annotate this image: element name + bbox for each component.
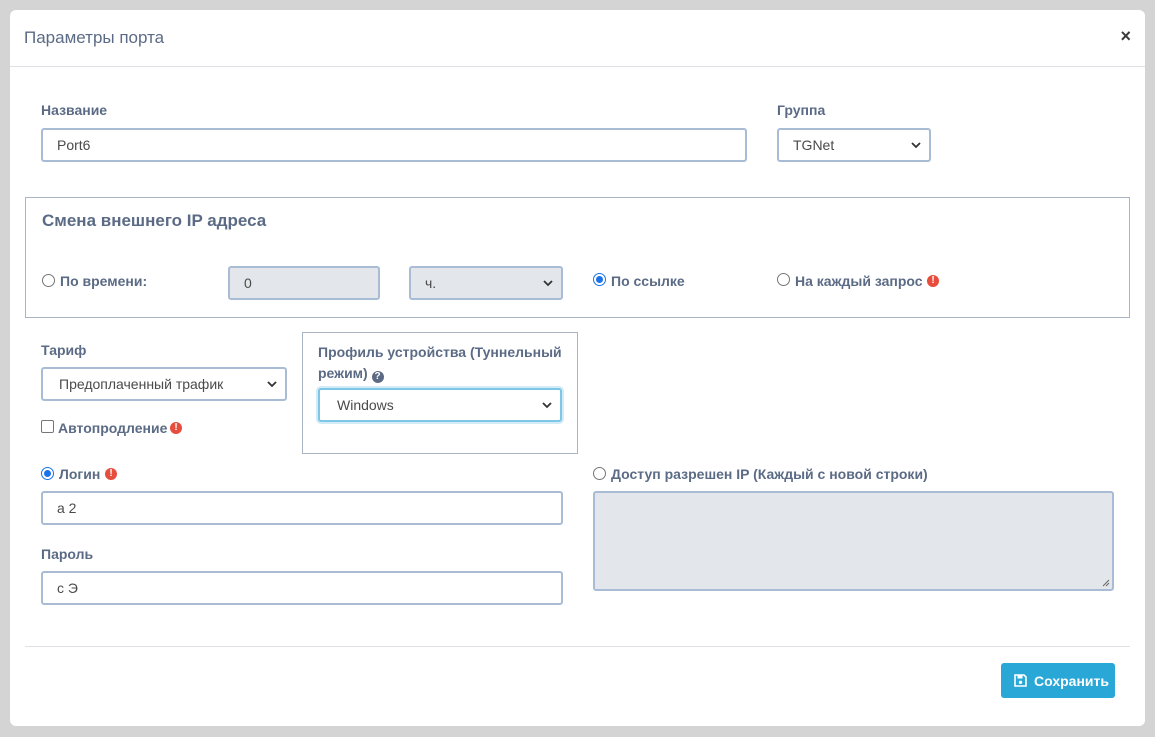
exclamation-circle-icon: ! [105,468,117,480]
radio-by-link[interactable] [593,273,606,286]
tariff-label: Тариф [41,342,87,358]
radio-ip-access[interactable] [593,467,606,480]
time-unit-select[interactable]: ч. [409,266,563,300]
by-time-label: По времени: [60,273,148,289]
device-profile-select[interactable]: Windows [318,388,562,422]
exclamation-circle-icon: ! [927,275,939,287]
chevron-down-icon [543,280,553,287]
time-unit-value: ч. [425,275,437,291]
auto-renew-label: Автопродление [58,420,168,436]
chevron-down-icon [267,381,277,388]
radio-login[interactable] [41,467,54,480]
port-settings-modal: Параметры порта × Название Port6 Группа … [10,10,1145,726]
by-link-label: По ссылке [611,273,685,289]
auto-renew-checkbox[interactable] [41,420,54,433]
save-button[interactable]: Сохранить [1001,663,1115,698]
device-profile-section: Профиль устройства (Туннельный режим) ? … [302,332,578,454]
footer-divider [25,646,1130,647]
device-profile-label-text: Профиль устройства (Туннельный режим) [318,344,562,381]
close-icon[interactable]: × [1120,26,1131,46]
tariff-select-value: Предоплаченный трафик [59,376,224,392]
ip-access-textarea[interactable] [593,491,1114,591]
ip-change-section: Смена внешнего IP адреса По времени: 0 ч… [25,197,1130,318]
radio-per-request[interactable] [777,273,790,286]
login-label: Логин [59,466,101,482]
modal-header: Параметры порта × [10,10,1145,67]
password-label: Пароль [41,546,94,562]
save-button-label: Сохранить [1034,673,1109,689]
group-select[interactable]: TGNet [777,128,931,162]
ip-change-title: Смена внешнего IP адреса [42,211,267,230]
login-input[interactable]: a 2 [41,491,563,525]
exclamation-circle-icon: ! [170,422,182,434]
ip-access-label: Доступ разрешен IP (Каждый с новой строк… [611,466,928,482]
tariff-select[interactable]: Предоплаченный трафик [41,367,287,401]
chevron-down-icon [911,142,921,149]
floppy-disk-icon [1014,674,1027,687]
password-input[interactable]: c Э [41,571,563,605]
per-request-label: На каждый запрос [795,273,923,289]
time-value-input[interactable]: 0 [228,266,380,300]
group-label: Группа [777,102,826,118]
name-input[interactable]: Port6 [41,128,747,162]
group-select-value: TGNet [793,137,835,153]
chevron-down-icon [542,402,552,409]
resize-handle-icon[interactable] [1102,579,1110,587]
radio-by-time[interactable] [42,274,55,287]
question-circle-icon[interactable]: ? [371,371,384,383]
modal-title: Параметры порта [24,28,165,47]
name-label: Название [41,102,108,118]
device-profile-label: Профиль устройства (Туннельный режим) ? [318,342,568,384]
device-profile-value: Windows [337,397,394,413]
